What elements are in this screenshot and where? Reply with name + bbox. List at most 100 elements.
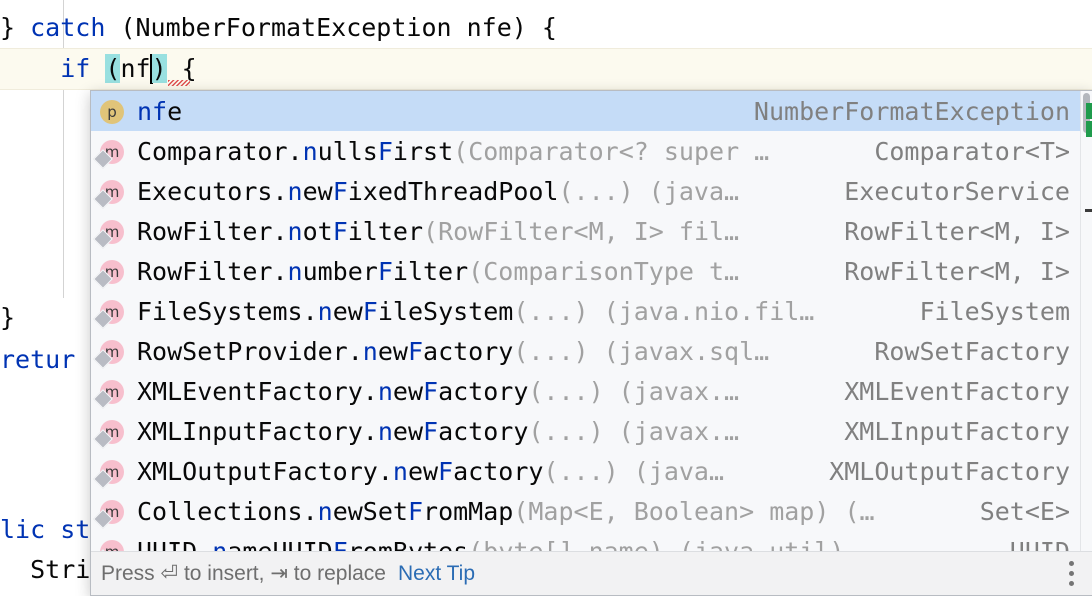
completion-hint: Press ⏎ to insert, ⇥ to replace — [101, 561, 386, 586]
label-qualifier: XMLInputFactory. — [137, 417, 378, 446]
label-rest: ilter — [348, 217, 423, 246]
completion-item-icon-cell: m — [91, 411, 137, 451]
completion-item-type: XMLEventFactory — [844, 377, 1092, 406]
completion-item-icon-cell: m — [91, 491, 137, 531]
label-rest: e — [167, 97, 182, 126]
label-signature: (Map<E, Boolean> map) (… — [513, 497, 874, 526]
label-rest: ew — [303, 177, 333, 206]
completion-item-icon-cell: m — [91, 291, 137, 331]
matched-chars: n — [288, 217, 303, 246]
label-signature: (...) (java.nio.fil… — [513, 297, 814, 326]
kebab-menu-icon[interactable] — [1050, 552, 1092, 596]
label-rest: actory — [438, 377, 528, 406]
completion-item[interactable]: mXMLInputFactory.newFactory(...) (javax.… — [91, 411, 1092, 451]
matched-brace: ) — [152, 54, 167, 83]
label-signature: (...) (javax.sql… — [513, 337, 769, 366]
completion-item[interactable]: mCollections.newSetFromMap(Map<E, Boolea… — [91, 491, 1092, 531]
matched-chars: n — [303, 137, 318, 166]
code-token — [0, 54, 60, 83]
label-signature: (...) (java… — [543, 457, 724, 486]
completion-item[interactable]: mRowFilter.numberFilter(ComparisonType t… — [91, 251, 1092, 291]
scroll-marker-icon — [1086, 103, 1092, 119]
label-rest: actory — [423, 337, 513, 366]
completion-item-label: XMLInputFactory.newFactory(...) (javax.… — [137, 417, 844, 446]
label-rest: ew — [333, 297, 363, 326]
scroll-marker-icon — [1086, 121, 1092, 137]
matched-chars: n — [378, 377, 393, 406]
label-signature: (Comparator<? super … — [453, 137, 769, 166]
code-token — [90, 54, 105, 83]
label-qualifier: FileSystems. — [137, 297, 318, 326]
completion-item[interactable]: mExecutors.newFixedThreadPool(...) (java… — [91, 171, 1092, 211]
label-rest: romMap — [423, 497, 513, 526]
code-token: lic st — [0, 515, 90, 544]
matched-chars: F — [438, 457, 453, 486]
label-signature: (...) (java… — [558, 177, 739, 206]
label-rest: ewSet — [333, 497, 408, 526]
matched-chars: F — [408, 337, 423, 366]
completion-item-icon-cell: m — [91, 451, 137, 491]
matched-chars: n — [288, 177, 303, 206]
completion-item-type: FileSystem — [919, 297, 1092, 326]
completion-item-type: RowFilter<M, I> — [844, 217, 1092, 246]
completion-item-icon-cell: m — [91, 531, 137, 553]
completion-item[interactable]: mRowFilter.notFilter(RowFilter<M, I> fil… — [91, 211, 1092, 251]
completion-item-label: Comparator.nullsFirst(Comparator<? super… — [137, 137, 874, 166]
code-token: (NumberFormatException nfe) { — [105, 13, 557, 42]
matched-chars: n — [318, 497, 333, 526]
label-rest: ixedThreadPool — [348, 177, 559, 206]
code-token: nf — [120, 54, 150, 83]
matched-chars: F — [378, 137, 393, 166]
label-rest: ileSystem — [378, 297, 513, 326]
label-rest: ew — [408, 457, 438, 486]
completion-item-label: RowFilter.notFilter(RowFilter<M, I> fil… — [137, 217, 844, 246]
completion-item[interactable]: mXMLOutputFactory.newFactory(...) (java…… — [91, 451, 1092, 491]
completion-item[interactable]: mFileSystems.new FileSystem (...) (java.ni… — [91, 291, 1092, 331]
code-token: retur — [0, 345, 75, 374]
completion-item-label: XMLEventFactory.newFactory(...) (javax.… — [137, 377, 844, 406]
completion-item-icon-cell: m — [91, 251, 137, 291]
label-rest: actory — [453, 457, 543, 486]
completion-item-label: nfe — [137, 97, 754, 126]
code-token: if — [60, 54, 90, 83]
completion-item-type: Set<E> — [980, 497, 1092, 526]
matched-chars: n — [288, 257, 303, 286]
completion-item-label: XMLOutputFactory.newFactory(...) (java… — [137, 457, 829, 486]
next-tip-link[interactable]: Next Tip — [398, 562, 475, 586]
completion-item-icon-cell: p — [91, 91, 137, 131]
matched-chars: n — [393, 457, 408, 486]
completion-item-type: ExecutorService — [844, 177, 1092, 206]
label-qualifier: Collections. — [137, 497, 318, 526]
code-line: } catch (NumberFormatException nfe) { — [0, 8, 1092, 48]
matched-chars: n — [318, 297, 333, 326]
matched-chars: F — [408, 497, 423, 526]
completion-item[interactable]: mRowSetProvider.newFactory(...) (javax.s… — [91, 331, 1092, 371]
matched-chars: F — [333, 217, 348, 246]
code-completion-popup[interactable]: pnfeNumberFormatExceptionmComparator.nul… — [90, 90, 1092, 596]
parameter-icon: p — [100, 100, 124, 124]
code-token: catch — [30, 13, 105, 42]
matched-chars: F — [333, 177, 348, 206]
label-qualifier: XMLEventFactory. — [137, 377, 378, 406]
completion-scrollbar[interactable] — [1080, 91, 1092, 553]
completion-item[interactable]: mXMLEventFactory.newFactory(...) (javax.… — [91, 371, 1092, 411]
label-signature: (ComparisonType t… — [468, 257, 739, 286]
completion-item-selected[interactable]: pnfeNumberFormatException — [91, 91, 1092, 131]
label-rest: actory — [438, 417, 528, 446]
completion-item[interactable]: mUUID.nameUUIDFromBytes(byte[] name) (ja… — [91, 531, 1092, 553]
completion-item-type: NumberFormatException — [754, 97, 1092, 126]
matched-chars: n — [378, 417, 393, 446]
code-token: } — [0, 13, 30, 42]
label-rest: ilter — [393, 257, 468, 286]
label-signature: (...) (javax.… — [528, 417, 739, 446]
label-rest: ulls — [318, 137, 378, 166]
completion-item-icon-cell: m — [91, 331, 137, 371]
matched-brace: ( — [105, 54, 120, 83]
completion-item[interactable]: mComparator.nullsFirst(Comparator<? supe… — [91, 131, 1092, 171]
label-rest: umber — [303, 257, 378, 286]
matched-chars: F — [423, 377, 438, 406]
completion-item-label: RowSetProvider.newFactory(...) (javax.sq… — [137, 337, 874, 366]
completion-item-label: Executors.newFixedThreadPool(...) (java… — [137, 177, 844, 206]
completion-item-icon-cell: m — [91, 211, 137, 251]
completion-list[interactable]: pnfeNumberFormatExceptionmComparator.nul… — [91, 91, 1092, 553]
